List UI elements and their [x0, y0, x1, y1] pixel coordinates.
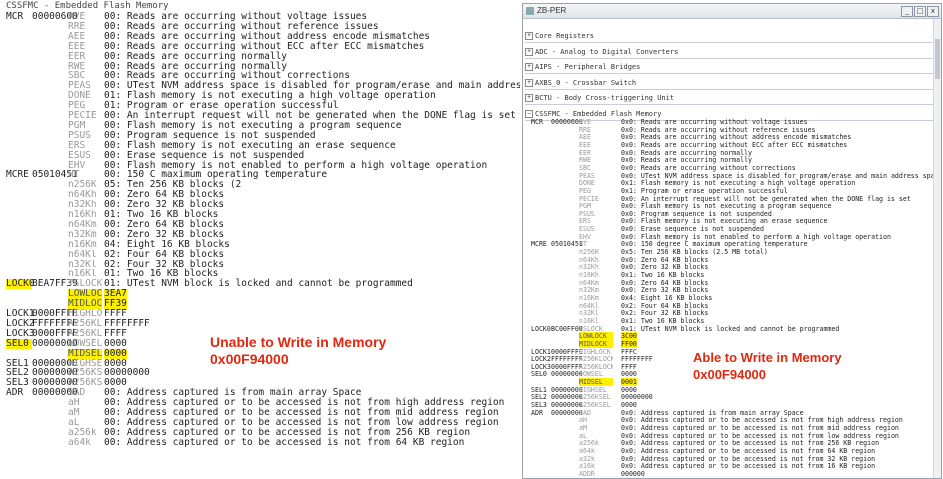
field-name: RVE: [68, 12, 86, 22]
section-label: Core Registers: [535, 32, 595, 40]
maximize-button[interactable]: □: [914, 6, 926, 17]
field-description: 000000: [621, 469, 645, 478]
section-header[interactable]: + Core Registers: [525, 31, 933, 43]
field-name: ADDR: [579, 469, 595, 478]
field-description: 00: Address captured or to be accessed i…: [104, 436, 465, 448]
register-row: MCRE 05010451 HT 00: 150 C maximum operatin…: [0, 170, 520, 180]
register-name: SEL0: [6, 338, 32, 349]
field-name: ERS: [68, 140, 86, 151]
field-name: LOWLOCK: [68, 289, 102, 300]
peripheral-window[interactable]: ZB-PER _ □ x + Core Registers + ADC - Analo…: [522, 3, 942, 479]
register-row: n32Km 00: Zero 32 KB blocks: [0, 229, 520, 240]
register-row: n16Kh 01: Two 16 KB blocks: [0, 210, 520, 220]
field-name: LOWSEL: [68, 338, 102, 349]
field-name: n256K: [68, 180, 97, 191]
window-title: ZB-PER: [537, 6, 567, 15]
field-name: PGM: [68, 120, 86, 131]
field-name: n16Kh: [68, 210, 97, 220]
register-row: n16Km 04: Eight 16 KB blocks: [0, 239, 520, 250]
register-row: LOCK0 BEA7FF39 TSLOCK 01: UTest NVM block i…: [0, 278, 520, 290]
field-name: n16Km: [68, 239, 97, 250]
field-name: SBC: [68, 71, 86, 82]
field-name: ESUS: [68, 150, 91, 161]
left-annotation-line2: 0x00F94000: [210, 351, 289, 367]
register-row: LOWLOCK3EA7: [0, 289, 520, 300]
section-label: ADC - Analog to Digital Converters: [535, 47, 679, 56]
expand-icon[interactable]: +: [525, 63, 533, 72]
field-name: aL: [68, 417, 80, 428]
register-row: ADDR 000000: [523, 470, 933, 478]
section-label: AIPS - Peripheral Bridges: [535, 63, 641, 72]
field-description: 01: UTest NVM block is locked and cannot…: [104, 278, 413, 290]
register-name: LOCK0: [6, 278, 35, 290]
register-row: n256K 05: Ten 256 KB blocks (2: [0, 180, 520, 190]
register-row: a64k 00: Address captured or to be access…: [0, 436, 520, 448]
field-name: RWE: [68, 61, 86, 72]
register-row: SEL200000000A256KSEL00000000: [0, 368, 520, 378]
register-row: n64Kh 00: Zero 64 KB blocks: [0, 190, 520, 200]
field-name: n32Kl: [68, 259, 97, 270]
field-name: TSLOCK: [68, 279, 102, 290]
register-row: n64Kl 02: Four 64 KB blocks: [0, 249, 520, 260]
register-row: n32Kh 00: Zero 32 KB blocks: [0, 200, 520, 210]
app-icon: [526, 7, 534, 15]
field-name: PECIE: [68, 111, 97, 121]
field-name: RRE: [68, 21, 86, 32]
register-row: MIDLOCKFF39: [0, 299, 520, 310]
field-name: n32Km: [68, 229, 97, 240]
field-name: EER: [68, 51, 86, 62]
field-name: aH: [68, 398, 80, 409]
field-name: PEG: [68, 101, 86, 112]
field-name: HT: [68, 170, 80, 181]
expand-icon[interactable]: +: [525, 32, 533, 40]
expand-icon[interactable]: +: [525, 78, 533, 87]
field-name: a256k: [68, 427, 97, 438]
left-register-dump: CSSFMC - Embedded Flash Memory MCR 000006…: [0, 0, 520, 479]
vertical-scrollbar[interactable]: [933, 19, 941, 478]
section-header[interactable]: + BCTU - Body Cross-triggering Unit: [525, 93, 933, 106]
field-name: n64Kh: [68, 190, 97, 201]
field-name: PSUS: [68, 130, 91, 141]
field-name: EEE: [68, 41, 86, 52]
scrollbar-thumb[interactable]: [935, 39, 940, 79]
close-button[interactable]: x: [927, 6, 939, 17]
field-name: aM: [68, 408, 80, 418]
field-name: SAD: [68, 388, 86, 399]
right-annotation-line1: Able to Write in Memory: [693, 350, 842, 365]
section-header[interactable]: + AIPS - Peripheral Bridges: [525, 62, 933, 75]
field-name: n64Kl: [68, 249, 97, 260]
field-name: n64Km: [68, 219, 97, 230]
section-label: CSSFMC - Embedded Flash Memory: [535, 110, 662, 118]
field-name: DONE: [68, 91, 91, 102]
left-peripheral-title: CSSFMC - Embedded Flash Memory: [6, 1, 169, 11]
section-header[interactable]: + AXBS_0 - Crossbar Switch: [525, 78, 933, 90]
expand-icon[interactable]: +: [525, 47, 533, 56]
register-row: n64Km 00: Zero 64 KB blocks: [0, 219, 520, 230]
left-annotation-line1: Unable to Write in Memory: [210, 334, 387, 350]
field-name: n32Kh: [68, 200, 97, 211]
section-label: AXBS_0 - Crossbar Switch: [535, 78, 637, 87]
right-annotation-line2: 0x00F94000: [693, 367, 767, 382]
section-header[interactable]: + ADC - Analog to Digital Converters: [525, 47, 933, 59]
section-label: BCTU - Body Cross-triggering Unit: [535, 94, 675, 103]
field-name: AEE: [68, 31, 86, 42]
expand-icon[interactable]: +: [525, 94, 533, 103]
register-row: n32Kl 02: Four 32 KB blocks: [0, 259, 520, 270]
register-row: LOCK10000FFFFHIGHLOCKFFFF: [0, 309, 520, 319]
minimize-button[interactable]: _: [901, 6, 913, 17]
register-row: LOCK2FFFFFFFFA256KLOCKFFFFFFFF: [0, 318, 520, 329]
field-name: a64k: [68, 437, 91, 448]
window-titlebar[interactable]: ZB-PER _ □ x: [523, 4, 941, 19]
field-name: PEAS: [68, 81, 91, 92]
collapse-icon[interactable]: −: [525, 110, 533, 118]
